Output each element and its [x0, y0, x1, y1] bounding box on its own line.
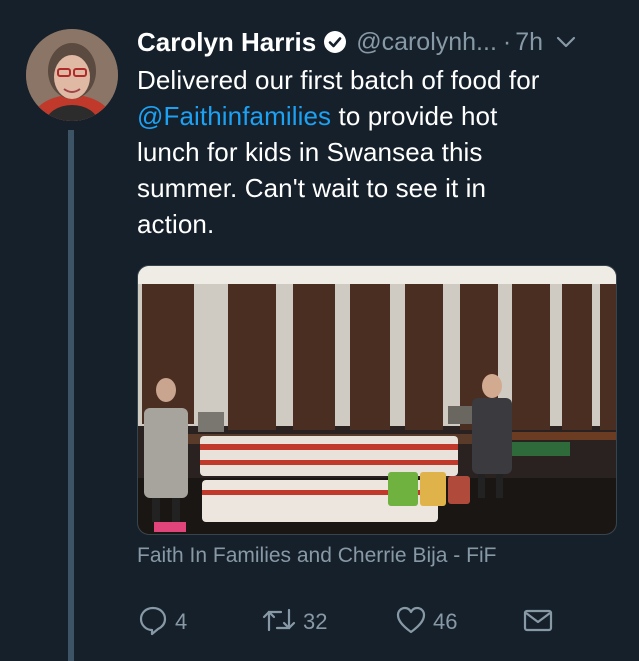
media-caption[interactable]: Faith In Families and Cherrie Bija - FiF	[137, 544, 496, 568]
reply-icon	[137, 604, 169, 641]
tweet-text: Delivered our first batch of food for @F…	[137, 62, 617, 242]
handle[interactable]: @carolynh...	[356, 28, 497, 57]
tweet-text-line: action.	[137, 209, 215, 239]
verified-badge-icon	[323, 30, 347, 54]
thread-line	[68, 130, 74, 661]
retweet-icon	[261, 604, 297, 641]
retweet-button[interactable]: 32	[261, 606, 327, 638]
tweet-text-line: lunch for kids in Swansea this	[137, 137, 483, 167]
tweet-text-line: Delivered our first batch of food for	[137, 65, 540, 95]
share-button[interactable]	[522, 606, 554, 638]
chevron-down-icon[interactable]	[555, 31, 577, 53]
retweet-count: 32	[303, 609, 328, 634]
avatar-photo	[26, 29, 118, 121]
like-button[interactable]: 46	[395, 606, 457, 638]
like-count: 46	[433, 609, 458, 634]
avatar[interactable]	[26, 29, 118, 121]
tweet-content: Carolyn Harris @carolynh... · 7h Deliver…	[137, 24, 617, 635]
tweet-text-fragment: to provide hot	[331, 101, 498, 131]
share-icon	[522, 604, 554, 641]
timestamp[interactable]: 7h	[515, 28, 543, 57]
tweet-text-line: @Faithinfamilies to provide hot	[137, 98, 617, 134]
tweet-text-line: summer. Can't wait to see it in	[137, 173, 487, 203]
hall-photo	[138, 266, 616, 534]
reply-button[interactable]: 4	[137, 606, 187, 638]
tweet-header: Carolyn Harris @carolynh... · 7h	[137, 24, 617, 60]
media-photo[interactable]	[137, 265, 617, 535]
tweet: Carolyn Harris @carolynh... · 7h Deliver…	[0, 0, 639, 661]
reply-count: 4	[175, 609, 188, 634]
display-name[interactable]: Carolyn Harris	[137, 27, 316, 58]
like-icon	[395, 604, 427, 641]
mention-link[interactable]: @Faithinfamilies	[137, 101, 331, 131]
separator-dot: ·	[502, 27, 512, 56]
tweet-actions: 4 32 46	[137, 606, 567, 638]
